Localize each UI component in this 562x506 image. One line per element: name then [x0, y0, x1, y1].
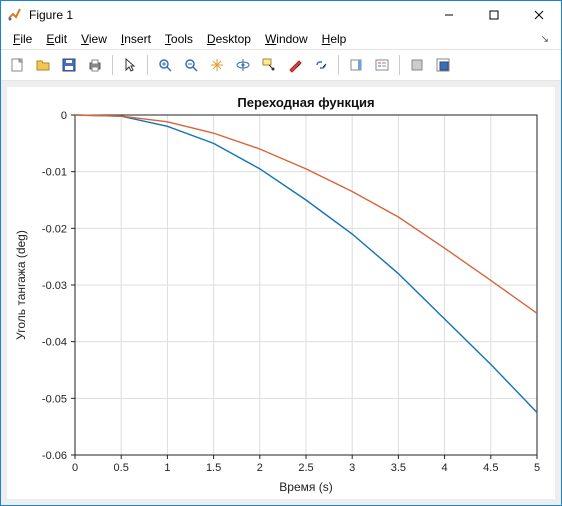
- matlab-icon: [7, 7, 23, 23]
- x-axis-label: Время (s): [279, 480, 332, 494]
- titlebar: Figure 1: [1, 1, 561, 29]
- zoom-out-button[interactable]: [179, 53, 203, 77]
- chart-title: Переходная функция: [237, 95, 374, 110]
- insert-colorbar-button[interactable]: [344, 53, 368, 77]
- menu-edit[interactable]: Edit: [40, 30, 73, 48]
- toolbar-separator: [112, 55, 113, 75]
- window-controls: [426, 1, 561, 28]
- link-plots-button[interactable]: [309, 53, 333, 77]
- svg-text:-0.06: -0.06: [42, 450, 67, 462]
- insert-legend-button[interactable]: [370, 53, 394, 77]
- menu-view[interactable]: View: [75, 30, 113, 48]
- window-title: Figure 1: [29, 8, 73, 22]
- menu-window[interactable]: Window: [259, 30, 314, 48]
- chart-svg: 0 0.5 1 1.5 2 2.5 3 3.5 4 4.5 5 -0.06 -0.05 -0.04 -0.0…: [7, 87, 555, 499]
- print-button[interactable]: [83, 53, 107, 77]
- plot-axes[interactable]: 0 0.5 1 1.5 2 2.5 3 3.5 4 4.5 5 -0.06 -0.05 -0.04 -0.0…: [7, 87, 555, 499]
- rotate-3d-button[interactable]: [231, 53, 255, 77]
- svg-text:1.5: 1.5: [206, 462, 221, 474]
- svg-text:-0.05: -0.05: [42, 393, 67, 405]
- menu-tools[interactable]: Tools: [159, 30, 199, 48]
- menu-file[interactable]: File: [7, 30, 38, 48]
- svg-text:5: 5: [534, 462, 540, 474]
- save-button[interactable]: [57, 53, 81, 77]
- menu-desktop[interactable]: Desktop: [201, 30, 257, 48]
- svg-text:0: 0: [61, 110, 67, 122]
- svg-text:4.5: 4.5: [483, 462, 498, 474]
- toolbar: [1, 49, 561, 81]
- toolbar-separator: [147, 55, 148, 75]
- close-button[interactable]: [516, 1, 561, 28]
- zoom-in-button[interactable]: [153, 53, 177, 77]
- svg-text:3: 3: [349, 462, 355, 474]
- y-axis-label: Уголь тангажа (deg): [14, 230, 28, 340]
- open-file-button[interactable]: [31, 53, 55, 77]
- maximize-button[interactable]: [471, 1, 516, 28]
- pan-button[interactable]: [205, 53, 229, 77]
- pointer-button[interactable]: [118, 53, 142, 77]
- svg-text:1: 1: [164, 462, 170, 474]
- svg-text:-0.03: -0.03: [42, 280, 67, 292]
- minimize-button[interactable]: [426, 1, 471, 28]
- svg-text:2.5: 2.5: [298, 462, 313, 474]
- toolbar-separator: [338, 55, 339, 75]
- dock-arrow-icon[interactable]: ↘: [541, 34, 555, 45]
- menubar: File Edit View Insert Tools Desktop Wind…: [1, 29, 561, 49]
- svg-text:0.5: 0.5: [114, 462, 129, 474]
- svg-text:-0.01: -0.01: [42, 167, 67, 179]
- new-figure-button[interactable]: [5, 53, 29, 77]
- hide-tools-button[interactable]: [405, 53, 429, 77]
- svg-text:4: 4: [442, 462, 448, 474]
- svg-text:0: 0: [72, 462, 78, 474]
- dock-figure-button[interactable]: [431, 53, 455, 77]
- svg-text:-0.02: -0.02: [42, 223, 67, 235]
- svg-text:2: 2: [257, 462, 263, 474]
- menu-insert[interactable]: Insert: [115, 30, 157, 48]
- svg-text:3.5: 3.5: [391, 462, 406, 474]
- plot-container: 0 0.5 1 1.5 2 2.5 3 3.5 4 4.5 5 -0.06 -0.05 -0.04 -0.0…: [1, 81, 561, 505]
- data-cursor-button[interactable]: [257, 53, 281, 77]
- figure-window: Figure 1 File Edit View Insert Tools Des…: [0, 0, 562, 506]
- svg-text:-0.04: -0.04: [42, 337, 67, 349]
- toolbar-separator: [399, 55, 400, 75]
- brush-button[interactable]: [283, 53, 307, 77]
- titlebar-left: Figure 1: [1, 7, 73, 23]
- menu-help[interactable]: Help: [316, 30, 353, 48]
